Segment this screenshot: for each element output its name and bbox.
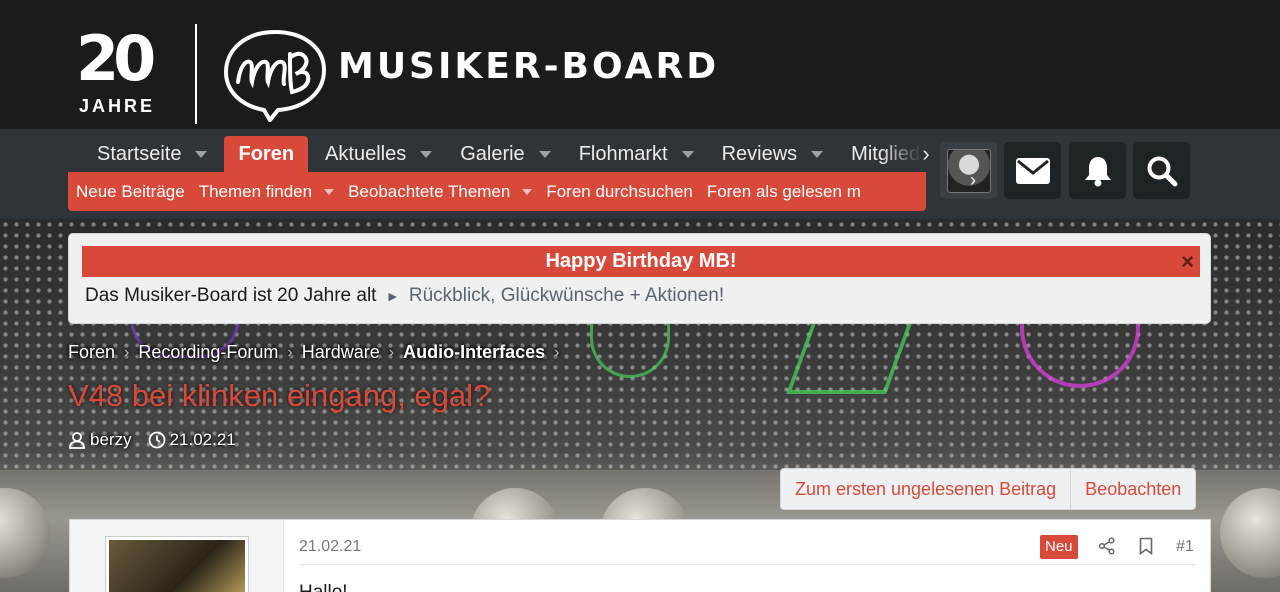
clock-icon [148,431,166,449]
chevron-right-icon: › [970,170,976,190]
breadcrumb: Foren › Recording-Forum › Hardware › Aud… [68,342,568,363]
subnav-label: Foren als gelesen m [706,181,861,201]
chevron-down-icon[interactable] [420,150,433,158]
search-button[interactable] [1133,142,1190,199]
post-body: Hallo! [299,582,348,592]
anniversary-logo[interactable]: 20 JAHRE [76,24,176,120]
subnav-new-posts[interactable]: Neue Beiträge [76,182,185,202]
tab-flohmarkt[interactable]: Flohmarkt [568,136,711,172]
breadcrumb-item[interactable]: Foren [68,342,115,363]
subnav-search-forums[interactable]: Foren durchsuchen [546,182,692,202]
chevron-right-icon: › [554,343,560,361]
thread-title: V48 bei klinken eingang, egal? [68,378,491,413]
subnav-find-threads[interactable]: Themen finden [198,181,335,202]
subnav-label: Foren durchsuchen [546,181,693,201]
tab-label: Aktuelles [325,142,407,165]
subnav-label: Beobachtete Themen [348,181,511,201]
chevron-down-icon[interactable] [324,188,335,195]
chevron-down-icon[interactable] [681,150,694,158]
chevron-down-icon[interactable] [811,150,824,158]
nav-scroll-right-icon[interactable]: › [912,139,940,169]
notice-header: Happy Birthday MB! × [82,246,1200,277]
tab-galerie[interactable]: Galerie [449,136,567,172]
chevron-right-icon: › [388,343,395,361]
subnav-watched-threads[interactable]: Beobachtete Themen [348,181,533,202]
tab-label: Reviews [721,142,798,165]
notice-text: Das Musiker-Board ist 20 Jahre alt [85,285,377,306]
thread-author[interactable]: berzy [90,430,132,450]
tab-label: Foren [238,142,295,165]
share-icon[interactable] [1097,536,1117,556]
brand-name[interactable]: MUSIKER-BOARD [338,47,719,87]
user-icon [68,431,86,449]
tab-label: Startseite [97,142,182,165]
post-user-cell [70,520,284,592]
envelope-icon [1015,157,1050,184]
arrow-right-icon: ► [385,288,400,304]
alerts-button[interactable] [1069,142,1126,199]
bookmark-icon[interactable] [1136,536,1156,556]
notice-link[interactable]: Rückblick, Glückwünsche + Aktionen! [409,285,724,306]
tab-label: Galerie [460,142,525,165]
subnav-label: Themen finden [198,181,313,201]
logo-divider [195,24,197,124]
nav-tabs: Startseite Foren Aktuelles Galerie Flohm… [86,136,931,172]
close-icon[interactable]: × [1181,246,1194,277]
search-icon [1147,156,1177,186]
breadcrumb-current[interactable]: Audio-Interfaces [403,342,545,363]
tab-foren[interactable]: Foren [224,136,309,172]
chevron-right-icon: › [124,343,130,361]
first-unread-button[interactable]: Zum ersten ungelesenen Beitrag [781,469,1070,509]
main-navigation: Startseite Foren Aktuelles Galerie Flohm… [0,129,1280,219]
thread-actions: Zum ersten ungelesenen Beitrag Beobachte… [780,468,1197,510]
anniversary-word: JAHRE [79,96,156,116]
tab-label: Flohmarkt [578,142,668,165]
chevron-down-icon[interactable] [522,188,533,195]
notice-body: Das Musiker-Board ist 20 Jahre alt ► Rüc… [85,284,724,308]
chevron-down-icon[interactable] [195,150,208,158]
thread-meta: berzy 21.02.21 [68,430,236,450]
watch-button[interactable]: Beobachten [1070,469,1195,509]
post-number[interactable]: #1 [1176,538,1194,556]
tab-startseite[interactable]: Startseite [86,136,224,172]
post: 21.02.21 Neu #1 Hallo! [69,519,1211,592]
bell-icon [1084,156,1111,186]
forum-subnav: Neue Beiträge Themen finden Beobachtete … [68,172,926,211]
thread-date[interactable]: 21.02.21 [170,430,236,450]
notice-title: Happy Birthday MB! [545,250,737,272]
account-avatar-button[interactable]: › [940,142,997,199]
post-divider [299,564,1196,565]
site-header: 20 JAHRE MUSIKER-BOARD [0,0,1280,129]
avatar[interactable] [106,537,248,592]
birthday-notice: Happy Birthday MB! × Das Musiker-Board i… [68,233,1211,324]
anniversary-number: 20 [76,22,156,95]
inbox-button[interactable] [1004,142,1061,199]
tab-reviews[interactable]: Reviews [711,136,841,172]
mb-logo-icon[interactable] [220,26,330,122]
avatar [946,148,991,193]
subnav-mark-read[interactable]: Foren als gelesen m [707,182,861,202]
chevron-right-icon: › [287,343,293,361]
new-badge: Neu [1040,535,1078,559]
post-date[interactable]: 21.02.21 [299,538,361,556]
breadcrumb-item[interactable]: Hardware [302,342,380,363]
chevron-down-icon[interactable] [538,150,551,158]
subnav-label: Neue Beiträge [76,181,185,201]
tab-aktuelles[interactable]: Aktuelles [314,136,449,172]
breadcrumb-item[interactable]: Recording-Forum [138,342,278,363]
